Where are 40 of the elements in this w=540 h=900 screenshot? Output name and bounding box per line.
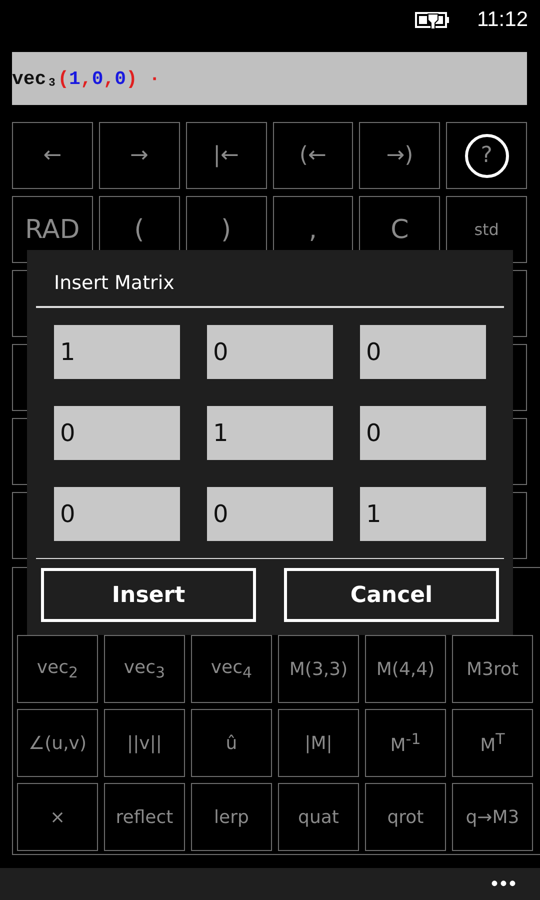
function-key[interactable]: M(3,3) bbox=[278, 635, 359, 703]
calculator-key[interactable]: (← bbox=[272, 122, 354, 189]
calculator-key[interactable]: →) bbox=[359, 122, 440, 189]
cancel-button[interactable]: Cancel bbox=[284, 568, 499, 622]
dialog-title: Insert Matrix bbox=[53, 271, 176, 296]
function-key[interactable]: M3rot bbox=[452, 635, 533, 703]
function-key[interactable]: lerp bbox=[191, 783, 272, 851]
function-key[interactable]: vec$_{4}$ bbox=[191, 635, 272, 703]
calculator-key[interactable]: ← bbox=[12, 122, 93, 189]
function-key[interactable]: ||v|| bbox=[104, 709, 185, 777]
function-key[interactable]: |M| bbox=[278, 709, 359, 777]
function-key[interactable]: M$^{-1}$ bbox=[365, 709, 446, 777]
matrix-input[interactable]: 0 bbox=[54, 406, 180, 460]
matrix-input[interactable]: 0 bbox=[207, 486, 333, 540]
insert-button[interactable]: Insert bbox=[41, 568, 256, 622]
function-key[interactable]: M$^{T}$ bbox=[452, 709, 533, 777]
function-key[interactable]: û bbox=[191, 709, 272, 777]
function-key[interactable]: vec$_{2}$ bbox=[17, 635, 98, 703]
function-key[interactable]: × bbox=[17, 783, 98, 851]
function-key[interactable]: reflect bbox=[104, 783, 185, 851]
matrix-input[interactable]: 0 bbox=[207, 324, 333, 378]
calculator-key[interactable]: → bbox=[98, 122, 180, 189]
function-key[interactable]: q→M3 bbox=[452, 783, 533, 851]
function-key[interactable]: ∠(u,v) bbox=[17, 709, 98, 777]
status-time: 11:12 bbox=[477, 8, 528, 32]
matrix-input[interactable]: 0 bbox=[360, 406, 486, 460]
matrix-input[interactable]: 1 bbox=[54, 324, 180, 378]
function-key[interactable]: M(4,4) bbox=[365, 635, 446, 703]
more-button[interactable]: ••• bbox=[490, 874, 518, 894]
help-button[interactable]: ? bbox=[446, 122, 527, 189]
expression-field[interactable]: vec₃(1,0,0) · bbox=[12, 52, 527, 105]
matrix-input[interactable]: 0 bbox=[54, 486, 180, 540]
battery-charging-icon bbox=[415, 10, 451, 30]
function-key[interactable]: qrot bbox=[365, 783, 446, 851]
function-key[interactable]: vec$_{3}$ bbox=[104, 635, 185, 703]
matrix-input[interactable]: 0 bbox=[360, 324, 486, 378]
matrix-input[interactable]: 1 bbox=[360, 486, 486, 540]
function-key[interactable]: quat bbox=[278, 783, 359, 851]
matrix-input[interactable]: 1 bbox=[207, 406, 333, 460]
calculator-key[interactable]: |← bbox=[186, 122, 266, 189]
